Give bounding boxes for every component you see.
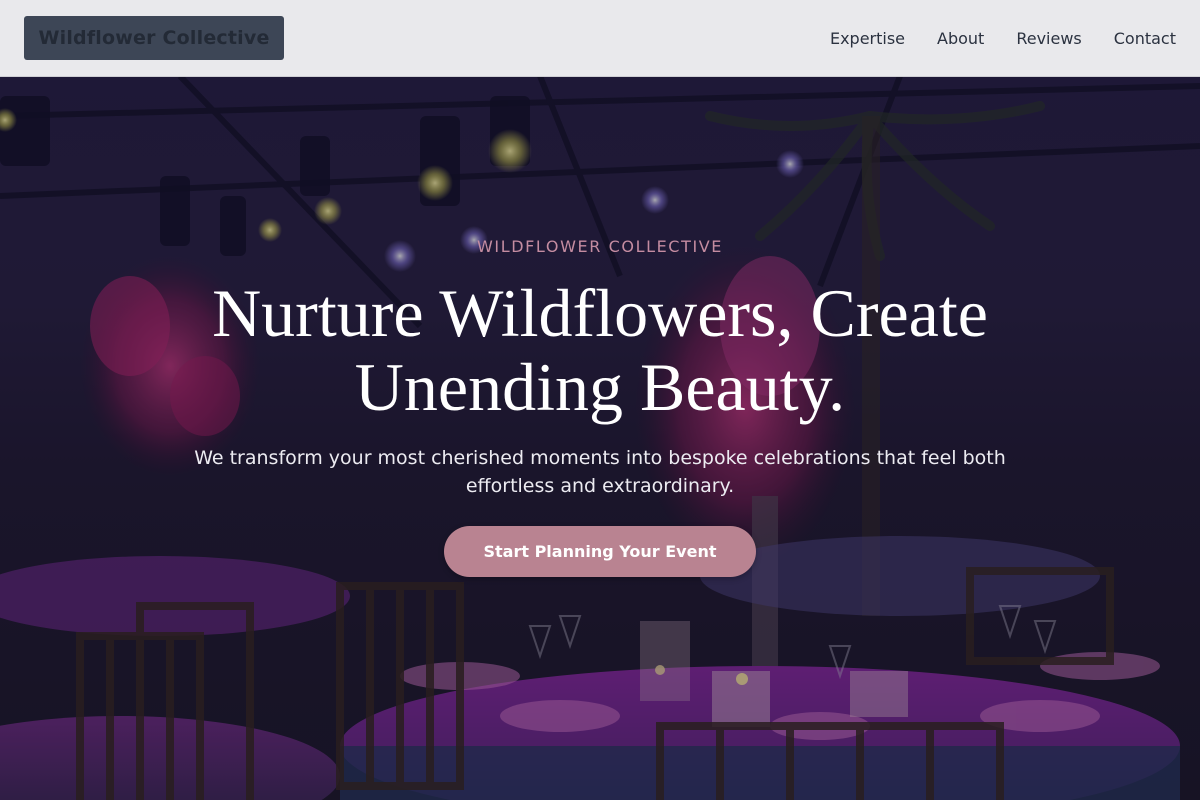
nav-link-reviews[interactable]: Reviews bbox=[1016, 29, 1081, 48]
nav-link-expertise[interactable]: Expertise bbox=[830, 29, 905, 48]
hero-subtext: We transform your most cherished moments… bbox=[194, 447, 1006, 497]
nav-link-about[interactable]: About bbox=[937, 29, 984, 48]
landing-page: Wildflower Collective Expertise About Re… bbox=[0, 0, 1200, 800]
hero-section: WILDFLOWER COLLECTIVE Nurture Wildflower… bbox=[0, 76, 1200, 800]
logo-button[interactable]: Wildflower Collective bbox=[24, 16, 284, 60]
main-nav: Expertise About Reviews Contact bbox=[830, 0, 1176, 76]
logo-text: Wildflower Collective bbox=[38, 27, 270, 49]
nav-link-contact[interactable]: Contact bbox=[1114, 29, 1176, 48]
hero-eyebrow: WILDFLOWER COLLECTIVE bbox=[476, 237, 724, 256]
hero-headline: Nurture Wildflowers, Create Unending Bea… bbox=[212, 275, 988, 425]
start-planning-button[interactable]: Start Planning Your Event bbox=[444, 526, 756, 577]
site-header: Wildflower Collective Expertise About Re… bbox=[0, 0, 1200, 77]
